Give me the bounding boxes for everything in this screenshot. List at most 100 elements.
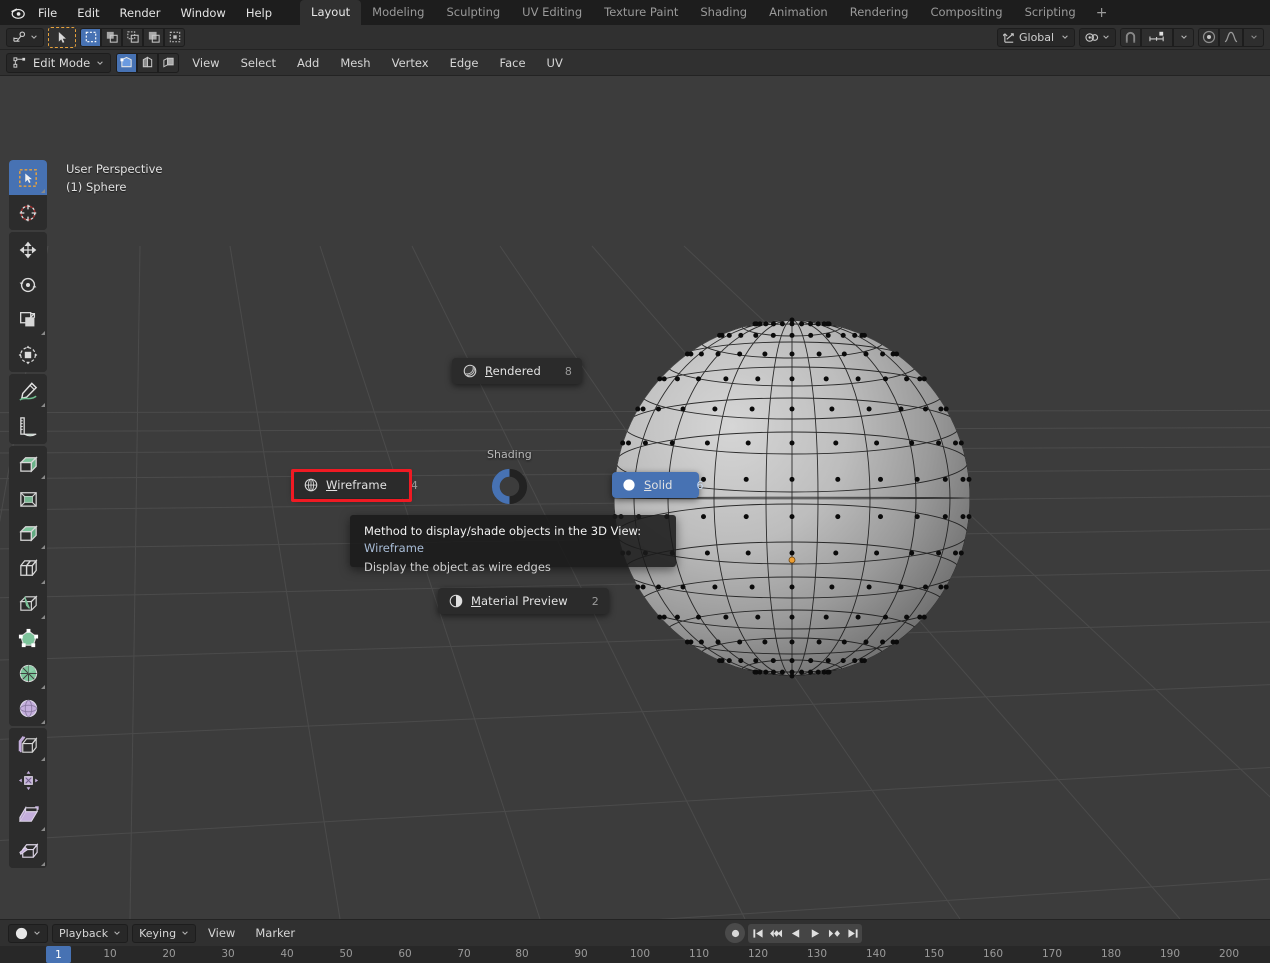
- transform-orientation-select[interactable]: Global: [997, 28, 1075, 47]
- viewport-menu-vertex[interactable]: Vertex: [384, 53, 437, 73]
- tool-inset-faces[interactable]: [9, 481, 47, 516]
- tool-edge-slide[interactable]: [9, 728, 47, 763]
- tool-bevel[interactable]: [9, 516, 47, 551]
- chevron-down-icon: [1102, 33, 1110, 41]
- snap-target-button[interactable]: [1141, 28, 1173, 47]
- pie-item-solid[interactable]: Solid 6: [612, 472, 699, 498]
- snapping-group: [1120, 28, 1194, 47]
- next-keyframe-button[interactable]: [824, 924, 843, 943]
- vertex-select-button[interactable]: [116, 53, 137, 73]
- tooltip-line-1: Method to display/shade objects in the 3…: [364, 523, 662, 557]
- proportional-edit-toggle[interactable]: [1198, 28, 1219, 47]
- pie-item-rendered[interactable]: Rendered 8: [452, 358, 582, 384]
- play-reverse-button[interactable]: [786, 924, 805, 943]
- edge-select-icon: [141, 56, 154, 69]
- extrude-region-icon: [17, 452, 40, 475]
- pie-item-material-preview[interactable]: Material Preview 2: [438, 588, 609, 614]
- timeline-ruler[interactable]: 1 10203040506070809010011012013014015016…: [0, 946, 1270, 963]
- falloff-chevron[interactable]: [1243, 28, 1264, 47]
- timeline-menu-view[interactable]: View: [200, 924, 243, 942]
- timeline-menu-marker[interactable]: Marker: [247, 924, 303, 942]
- tool-shear[interactable]: [9, 798, 47, 833]
- edge-select-button[interactable]: [137, 53, 158, 73]
- menu-edit[interactable]: Edit: [67, 3, 109, 23]
- snap-pivot-button[interactable]: [1079, 28, 1116, 47]
- tool-cursor-3d[interactable]: [9, 195, 47, 230]
- select-invert-button[interactable]: [143, 28, 164, 47]
- workspace-tab-texture-paint[interactable]: Texture Paint: [593, 0, 689, 25]
- pie-item-label: Rendered: [485, 364, 541, 378]
- tool-smooth[interactable]: [9, 691, 47, 726]
- loop-cut-icon: [17, 557, 40, 580]
- pie-item-shortcut: 8: [549, 365, 572, 378]
- select-intersect-button[interactable]: [164, 28, 185, 47]
- falloff-type-button[interactable]: [1219, 28, 1243, 47]
- tool-extrude-region[interactable]: [9, 446, 47, 481]
- tool-spin[interactable]: [9, 656, 47, 691]
- timeline-tick: 120: [748, 948, 768, 960]
- jump-to-start-button[interactable]: [748, 924, 767, 943]
- menu-render[interactable]: Render: [110, 3, 171, 23]
- select-extend-button[interactable]: [101, 28, 122, 47]
- interaction-mode-select[interactable]: Edit Mode: [6, 53, 111, 73]
- tool-loop-cut[interactable]: [9, 551, 47, 586]
- select-set-button[interactable]: [80, 28, 101, 47]
- tool-scale[interactable]: [9, 302, 47, 337]
- play-button[interactable]: [805, 924, 824, 943]
- tool-poly-build[interactable]: [9, 621, 47, 656]
- workspace-tab-animation[interactable]: Animation: [758, 0, 839, 25]
- uv-sphere-mesh[interactable]: [592, 298, 992, 698]
- auto-keying-button[interactable]: [725, 923, 745, 943]
- prev-keyframe-button[interactable]: [767, 924, 786, 943]
- menu-help[interactable]: Help: [236, 3, 282, 23]
- bevel-icon: [17, 522, 40, 545]
- tool-move[interactable]: [9, 232, 47, 267]
- workspace-tab-layout[interactable]: Layout: [300, 0, 361, 25]
- magnet-toggle-button[interactable]: [1120, 28, 1141, 47]
- proportional-edit-group: [1198, 28, 1264, 47]
- tool-annotate[interactable]: [9, 374, 47, 409]
- snap-target-chevron[interactable]: [1173, 28, 1194, 47]
- workspace-tab-shading[interactable]: Shading: [689, 0, 758, 25]
- viewport-menu-uv[interactable]: UV: [539, 53, 571, 73]
- add-workspace-button[interactable]: +: [1087, 3, 1117, 25]
- workspace-tab-modeling[interactable]: Modeling: [361, 0, 435, 25]
- face-select-button[interactable]: [158, 53, 179, 73]
- editor-type-button[interactable]: [6, 28, 44, 47]
- blender-logo[interactable]: [6, 2, 28, 24]
- tool-shrink-fatten[interactable]: [9, 763, 47, 798]
- viewport-menu-edge[interactable]: Edge: [442, 53, 487, 73]
- tool-tweak-select[interactable]: [9, 160, 47, 195]
- jump-to-end-button[interactable]: [843, 924, 862, 943]
- viewport-menu-mesh[interactable]: Mesh: [332, 53, 378, 73]
- viewport-menu-view[interactable]: View: [184, 53, 227, 73]
- current-frame-indicator[interactable]: 1: [46, 946, 71, 963]
- viewport-menu-face[interactable]: Face: [492, 53, 534, 73]
- tool-knife[interactable]: [9, 586, 47, 621]
- tool-transform[interactable]: [9, 337, 47, 372]
- active-tool-indicator[interactable]: [48, 27, 76, 48]
- tool-measure[interactable]: [9, 409, 47, 444]
- workspace-tab-scripting[interactable]: Scripting: [1014, 0, 1087, 25]
- viewport-menu-add[interactable]: Add: [289, 53, 327, 73]
- pie-menu-title: Shading: [487, 448, 532, 461]
- viewport-perspective-label: User Perspective: [66, 160, 162, 178]
- timeline-playback-select[interactable]: Playback: [52, 924, 128, 943]
- menu-window[interactable]: Window: [170, 3, 235, 23]
- workspace-tab-uv-editing[interactable]: UV Editing: [511, 0, 593, 25]
- tool-rotate[interactable]: [9, 267, 47, 302]
- menu-file[interactable]: File: [28, 3, 67, 23]
- timeline-keying-select[interactable]: Keying: [132, 924, 196, 943]
- 3d-viewport[interactable]: User Perspective (1) Sphere: [0, 76, 1270, 919]
- workspace-tab-compositing[interactable]: Compositing: [919, 0, 1013, 25]
- workspace-tabs: Layout Modeling Sculpting UV Editing Tex…: [300, 0, 1116, 25]
- timeline-editor-type-button[interactable]: [8, 924, 48, 943]
- viewport-menu-select[interactable]: Select: [233, 53, 284, 73]
- workspace-tab-rendering[interactable]: Rendering: [839, 0, 920, 25]
- cursor-3d-icon: [17, 202, 39, 224]
- orientation-label: Global: [1019, 31, 1054, 44]
- select-subtract-button[interactable]: [122, 28, 143, 47]
- workspace-tab-sculpting[interactable]: Sculpting: [435, 0, 511, 25]
- tool-rip-region[interactable]: [9, 833, 47, 868]
- tooltip-value: Wireframe: [364, 541, 424, 555]
